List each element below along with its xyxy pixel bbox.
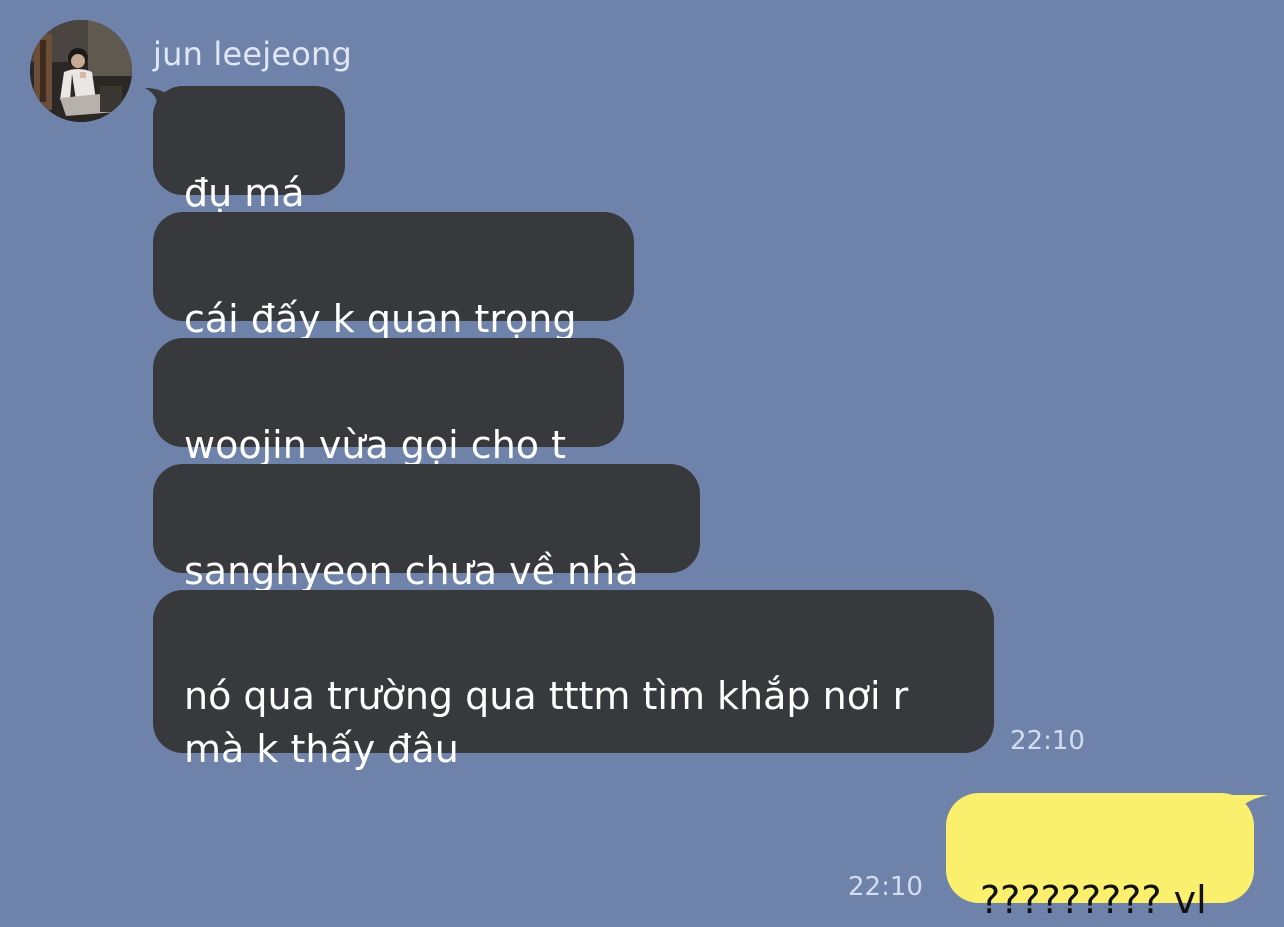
message-text: sanghyeon chưa về nhà bbox=[184, 549, 639, 593]
message-text: cái đấy k quan trọng bbox=[184, 297, 577, 341]
avatar[interactable] bbox=[30, 20, 132, 122]
message-bubble-outgoing[interactable]: ????????? vl bbox=[946, 793, 1254, 922]
message-bubble-incoming[interactable]: sanghyeon chưa về nhà bbox=[153, 464, 700, 593]
message-bubble-incoming[interactable]: đụ má bbox=[153, 86, 345, 215]
message-text: nó qua trường qua tttm tìm khắp nơi r mà… bbox=[184, 674, 909, 771]
profile-photo-icon bbox=[30, 20, 132, 122]
message-timestamp: 22:10 bbox=[1010, 726, 1085, 756]
message-text: đụ má bbox=[184, 171, 305, 215]
message-bubble-incoming[interactable]: nó qua trường qua tttm tìm khắp nơi r mà… bbox=[153, 590, 994, 771]
message-bubble-incoming[interactable]: cái đấy k quan trọng bbox=[153, 212, 634, 341]
sender-name: jun leejeong bbox=[153, 35, 353, 73]
chat-view: jun leejeong đụ má cái đấy k quan trọng … bbox=[0, 0, 1284, 922]
bubble-tail-outgoing bbox=[1230, 795, 1268, 819]
message-timestamp: 22:10 bbox=[848, 872, 923, 902]
message-bubble-incoming[interactable]: woojin vừa gọi cho t bbox=[153, 338, 624, 467]
message-text: woojin vừa gọi cho t bbox=[184, 423, 567, 467]
message-text: ????????? vl bbox=[980, 878, 1207, 922]
